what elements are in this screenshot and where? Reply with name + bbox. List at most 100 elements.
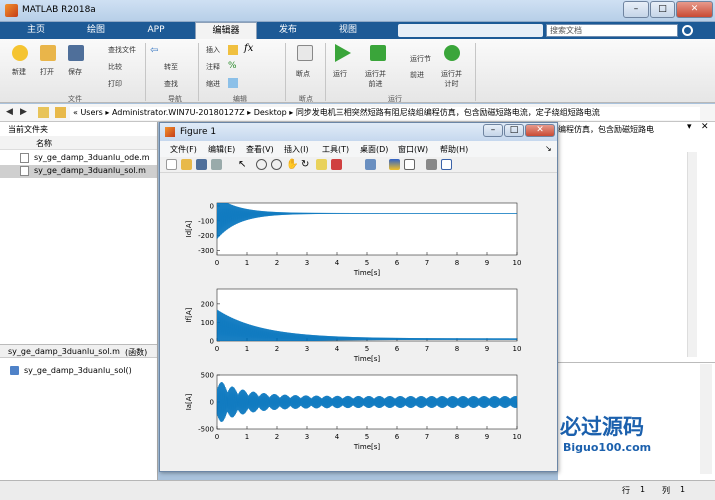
x-tick-label: 0 [215,345,219,353]
y-tick-label: 500 [201,372,214,380]
back-nav-icon[interactable]: ⇦ [150,45,162,57]
maximize-button[interactable]: □ [650,1,675,18]
list-item[interactable]: sy_ge_damp_3duanlu_ode.m [0,152,157,165]
x-tick-label: 3 [305,345,309,353]
figure-window: Figure 1 – □ ✕ 文件(F) 编辑(E) 查看(V) 插入(I) 工… [159,122,558,472]
window-title: MATLAB R2018a [22,5,96,15]
x-tick-label: 4 [335,259,340,267]
run-icon[interactable] [335,44,351,62]
tab-plots[interactable]: 绘图 [70,22,122,39]
insert-icon[interactable] [228,45,238,55]
y-tick-label: 200 [201,300,214,308]
percent-icon[interactable]: % [228,61,238,71]
compare-button[interactable]: 比较 [108,62,122,72]
panel-title: 当前文件夹 [8,125,48,134]
tab-editor[interactable]: 编辑器 [195,22,257,39]
path-separator: ▸ [244,108,254,117]
goto-button[interactable]: 转至 [164,62,178,72]
run-time-icon[interactable] [444,45,460,61]
run-advance-icon[interactable] [370,45,386,61]
details-type: (函数) [125,348,148,357]
function-item[interactable]: sy_ge_damp_3duanlu_sol() [10,365,155,378]
group-run-label: 运行 [388,95,402,103]
breakpoints-button[interactable]: 断点 [296,69,310,79]
path-segment[interactable]: Users [80,108,102,117]
x-tick-label: 9 [485,259,489,267]
ribbon-tabs: 主页 绘图 APP 编辑器 发布 视图 搜索文档 [0,22,715,39]
y-tick-label: -100 [198,217,214,225]
column-header[interactable]: 名称 [0,136,157,150]
group-navigate-label: 导航 [168,95,182,103]
group-file-label: 文件 [68,95,82,103]
fx-icon[interactable]: fx [244,43,253,54]
search-placeholder: 搜索文档 [550,26,582,35]
new-icon[interactable] [12,45,28,61]
x-tick-label: 8 [455,259,459,267]
mfile-icon [20,153,29,163]
x-tick-label: 4 [335,433,340,441]
comment-button[interactable]: 注释 [206,62,220,72]
details-file: sy_ge_damp_3duanlu_sol.m [8,347,120,356]
x-tick-label: 9 [485,345,489,353]
tab-publish[interactable]: 发布 [262,22,314,39]
run-section-button[interactable]: 运行节 [410,54,431,64]
minimize-button[interactable]: – [623,1,649,18]
save-icon[interactable] [68,45,84,61]
panel-menu-icon[interactable]: ▾ [687,122,692,132]
x-tick-label: 2 [275,259,279,267]
vertical-scrollbar[interactable] [687,152,697,357]
ribbon-separator [475,43,476,101]
path-segment[interactable]: Administrator.WIN7U-20180127Z [112,108,245,117]
axes-box [216,202,518,256]
x-tick-label: 1 [245,259,249,267]
y-axis-label: If[A] [185,307,193,322]
row-label: 行 [622,486,630,495]
open-button[interactable]: 打开 [40,67,54,77]
x-tick-label: 7 [425,259,429,267]
x-tick-label: 6 [395,259,400,267]
x-tick-label: 0 [215,433,219,441]
back-icon[interactable]: ◀ [6,107,13,117]
find-files-button[interactable]: 查找文件 [108,45,136,55]
insert-button[interactable]: 插入 [206,45,220,55]
x-tick-label: 8 [455,345,459,353]
list-item[interactable]: sy_ge_damp_3duanlu_sol.m [0,165,157,178]
forward-icon[interactable]: ▶ [20,107,27,117]
path-segment[interactable]: 同步发电机三相突然短路有阻尼绕组编程仿真，包含励磁短路电流，定子绕组短路电流 [296,108,600,117]
indent-button[interactable]: 缩进 [206,79,220,89]
open-icon[interactable] [40,45,56,61]
advance-button[interactable]: 前进 [410,70,424,80]
breakpoints-icon[interactable] [297,45,313,61]
x-tick-label: 10 [513,259,522,267]
new-button[interactable]: 新建 [12,67,26,77]
x-tick-label: 3 [305,433,309,441]
tab-view[interactable]: 视图 [322,22,374,39]
indent-icon[interactable] [228,78,238,88]
y-tick-label: -200 [198,232,214,240]
browse-folder-icon[interactable] [55,107,66,118]
run-advance-button[interactable]: 运行并 前进 [365,69,386,89]
col-value: 1 [680,485,686,494]
title-bar: MATLAB R2018a – □ ✕ [0,0,715,22]
status-bar: 行 1 列 1 [0,480,715,500]
x-tick-label: 2 [275,433,279,441]
close-panel-icon[interactable]: ✕ [701,122,709,132]
find-button[interactable]: 查找 [164,79,178,89]
ribbon-separator [325,43,326,101]
up-folder-icon[interactable] [38,107,49,118]
tab-apps[interactable]: APP [130,22,182,39]
path-segment[interactable]: Desktop [254,108,287,117]
tab-home[interactable]: 主页 [10,22,62,39]
print-button[interactable]: 打印 [108,79,122,89]
run-time-button[interactable]: 运行并 计时 [441,69,462,89]
close-button[interactable]: ✕ [676,1,713,18]
y-tick-label: 0 [210,399,214,407]
address-path[interactable]: « Users ▸ Administrator.WIN7U-20180127Z … [70,107,700,120]
ribbon-separator [285,43,286,101]
search-input[interactable]: 搜索文档 [546,24,678,37]
search-icon[interactable] [682,25,693,36]
x-tick-label: 4 [335,345,340,353]
row-value: 1 [640,485,646,494]
save-button[interactable]: 保存 [68,67,82,77]
run-button[interactable]: 运行 [333,69,347,79]
